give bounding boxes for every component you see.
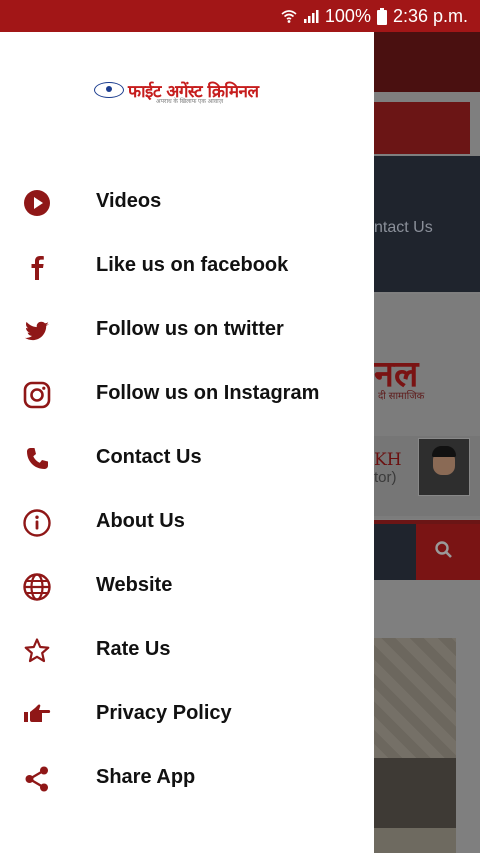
clock: 2:36 p.m.: [392, 5, 468, 26]
bg-logo-sub: दी सामाजिक: [378, 391, 425, 402]
drawer-item-label: Like us on facebook: [96, 254, 289, 276]
drawer-item-label: Share App: [96, 766, 196, 788]
bg-news-card: [374, 638, 456, 853]
drawer-item-rate[interactable]: Rate Us: [0, 618, 374, 682]
logo-tagline: अपराध के खिलाफ एक आवाज़: [156, 99, 224, 105]
twitter-icon: [22, 316, 52, 346]
drawer-item-privacy[interactable]: Privacy Policy: [0, 682, 374, 746]
drawer-item-about[interactable]: About Us: [0, 490, 374, 554]
drawer-item-label: Follow us on Instagram: [96, 382, 320, 404]
status-icons: 100% 2:36 p.m.: [281, 6, 468, 26]
drawer-item-facebook[interactable]: Like us on facebook: [0, 234, 374, 298]
star-icon: [22, 636, 52, 666]
bg-editor-role: tor): [374, 469, 397, 486]
phone-icon: [22, 444, 52, 474]
bg-editor-name: KH: [374, 450, 402, 470]
app-logo: फाईट अगेंस्ट क्रिमिनल अपराध के खिलाफ एक …: [94, 79, 280, 105]
battery-icon: [376, 7, 387, 25]
drawer-item-videos[interactable]: Videos: [0, 170, 374, 234]
drawer-item-label: Website: [96, 574, 173, 596]
hand-pointing-icon: [22, 700, 52, 730]
navigation-drawer: फाईट अगेंस्ट क्रिमिनल अपराध के खिलाफ एक …: [0, 32, 374, 853]
drawer-item-share[interactable]: Share App: [0, 746, 374, 810]
drawer-item-label: Follow us on twitter: [96, 318, 284, 340]
drawer-item-label: Privacy Policy: [96, 702, 232, 724]
status-bar: 100% 2:36 p.m.: [0, 0, 480, 32]
instagram-icon: [22, 380, 52, 410]
bg-nav-contact-link: ntact Us: [374, 219, 433, 236]
drawer-item-contact[interactable]: Contact Us: [0, 426, 374, 490]
drawer-item-website[interactable]: Website: [0, 554, 374, 618]
drawer-item-label: Rate Us: [96, 638, 171, 660]
globe-icon: [22, 572, 52, 602]
drawer-item-label: About Us: [96, 510, 185, 532]
wifi-icon: [281, 8, 297, 24]
bg-header-band: [374, 32, 480, 92]
drawer-item-label: Videos: [96, 190, 162, 212]
play-circle-icon: [22, 188, 52, 218]
share-icon: [22, 764, 52, 794]
drawer-item-label: Contact Us: [96, 446, 202, 468]
drawer-item-twitter[interactable]: Follow us on twitter: [0, 298, 374, 362]
emblem-icon: [94, 82, 124, 98]
bg-editor-photo: [418, 438, 470, 496]
background-page-scrim[interactable]: ntact Us नल दी सामाजिक KH tor): [374, 32, 480, 853]
info-icon: [22, 508, 52, 538]
bg-red-banner: [374, 102, 470, 154]
signal-icon: [303, 8, 319, 24]
search-icon: [435, 541, 452, 558]
bg-search-button: [416, 524, 480, 580]
battery-percent: 100%: [324, 5, 371, 26]
facebook-icon: [22, 252, 52, 282]
drawer-item-instagram[interactable]: Follow us on Instagram: [0, 362, 374, 426]
